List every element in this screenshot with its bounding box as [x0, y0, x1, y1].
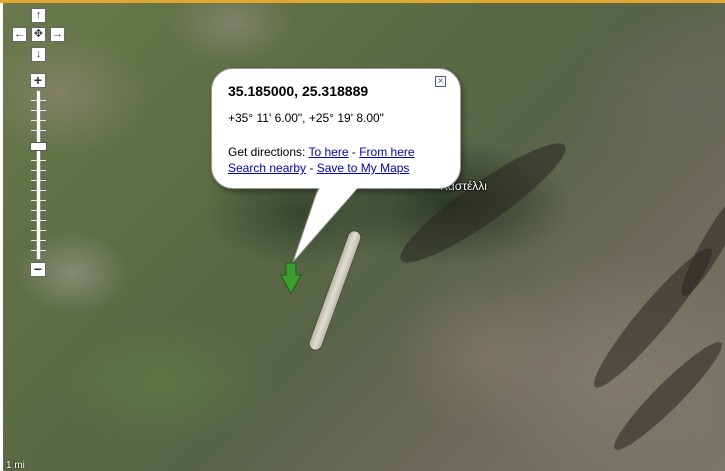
arrow-down-icon[interactable]: ↓	[31, 47, 46, 62]
search-nearby-link[interactable]: Search nearby	[228, 161, 306, 175]
zoom-tick	[31, 110, 46, 111]
to-here-link[interactable]: To here	[309, 145, 349, 159]
zoom-tick	[31, 100, 46, 101]
zoom-tick	[31, 200, 46, 201]
arrow-right-icon[interactable]: →	[50, 27, 65, 42]
directions-row: Get directions: To here - From here	[228, 145, 415, 159]
zoom-out-button[interactable]: −	[30, 262, 46, 277]
zoom-in-button[interactable]: +	[30, 73, 46, 88]
coordinates-dms: +35° 11' 6.00", +25° 19' 8.00"	[228, 111, 384, 125]
separator: -	[309, 161, 314, 175]
green-arrow-marker-icon[interactable]	[280, 262, 302, 296]
from-here-link[interactable]: From here	[359, 145, 414, 159]
zoom-tick	[31, 240, 46, 241]
scale-label: 1 mi	[6, 460, 25, 471]
zoom-tick	[31, 210, 46, 211]
zoom-slider-track[interactable]	[36, 90, 41, 260]
coordinates-title: 35.185000, 25.318889	[228, 83, 369, 99]
zoom-tick	[31, 180, 46, 181]
zoom-tick	[31, 160, 46, 161]
zoom-slider-handle[interactable]	[30, 142, 47, 151]
pan-center-icon[interactable]: ✥	[31, 27, 46, 42]
zoom-tick	[31, 120, 46, 121]
zoom-tick	[31, 130, 46, 131]
separator: -	[351, 145, 356, 159]
zoom-tick	[31, 170, 46, 171]
zoom-tick	[31, 250, 46, 251]
zoom-tick	[31, 230, 46, 231]
directions-label: Get directions:	[228, 145, 306, 159]
pan-control: ↑ ← ✥ → ↓	[10, 8, 70, 66]
arrow-up-icon[interactable]: ↑	[31, 8, 46, 23]
arrow-left-icon[interactable]: ←	[12, 27, 27, 42]
zoom-tick	[31, 190, 46, 191]
airstrip	[307, 229, 363, 352]
actions-row: Search nearby - Save to My Maps	[228, 161, 409, 175]
save-to-my-maps-link[interactable]: Save to My Maps	[317, 161, 410, 175]
zoom-tick	[31, 220, 46, 221]
close-icon[interactable]: ×	[435, 76, 446, 87]
